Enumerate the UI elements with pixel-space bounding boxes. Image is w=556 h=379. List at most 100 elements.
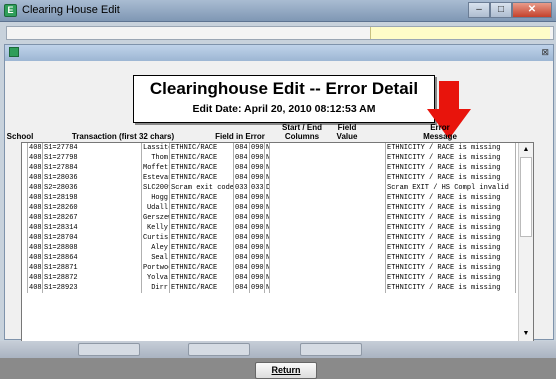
table-row[interactable]: 408 S1=27798 Thom ETHNIC/RACE 084 090 N ETHNICI… [22, 153, 533, 163]
cell-error-message: ETHNICITY / RACE is missing [386, 273, 516, 283]
table-row[interactable]: 408 S1=28260 Udall ETHNIC/RACE 084 090 N ETHNIC… [22, 203, 533, 213]
cell-end-column: 090 [251, 223, 265, 233]
minimize-icon[interactable]: – [468, 2, 490, 18]
close-icon[interactable]: ✕ [512, 2, 552, 18]
col-field-value-line1: Field [337, 123, 357, 132]
cell-field-value-extra [270, 153, 386, 163]
maximize-icon[interactable]: □ [490, 2, 512, 18]
cell-name: Yolva [142, 273, 170, 283]
table-row[interactable]: 408 S1=28872 Yolva ETHNIC/RACE 084 090 N ETHNIC… [22, 273, 533, 283]
cell-school: 408 [29, 143, 43, 153]
cell-school: 408 [29, 263, 43, 273]
cell-name: Lassiter [143, 143, 170, 153]
taskbar-item[interactable] [188, 343, 250, 356]
cell-field-in-error: ETHNIC/RACE [170, 263, 234, 273]
cell-end-column: 090 [251, 233, 265, 243]
cell-transaction: S1=28864 [43, 253, 142, 263]
cell-school: 408 [29, 203, 43, 213]
cell-name: SLC2009082420091127 [143, 183, 170, 193]
cell-school: 408 [29, 253, 43, 263]
cell-end-column: 033 [251, 183, 265, 193]
cell-field-value-extra [270, 213, 386, 223]
cell-error-message: ETHNICITY / RACE is missing [386, 143, 516, 153]
cell-school: 408 [29, 193, 43, 203]
cell-field-in-error: ETHNIC/RACE [170, 173, 234, 183]
taskbar-item[interactable] [300, 343, 362, 356]
cell-start-column: 084 [234, 143, 250, 153]
cell-end-column: 090 [251, 243, 265, 253]
col-error-message: Error Message [405, 123, 475, 141]
scroll-up-icon[interactable]: ▲ [520, 144, 532, 156]
table-row[interactable]: 408 S1=28036 Estevan ETHNIC/RACE 084 090 N ETHN… [22, 173, 533, 183]
table-row[interactable]: 408 S1=28808 Aley ETHNIC/RACE 084 090 N ETHNICI… [22, 243, 533, 253]
col-error-line2: Message [423, 132, 457, 141]
cell-start-column: 033 [234, 183, 250, 193]
dialog-close-icon[interactable]: ⊠ [541, 47, 549, 58]
taskbar-item[interactable] [78, 343, 140, 356]
table-row[interactable]: 408 S1=28198 Hogg ETHNIC/RACE 084 090 N ETHNICI… [22, 193, 533, 203]
cell-error-message: ETHNICITY / RACE is missing [386, 283, 516, 293]
cell-end-column: 090 [251, 193, 265, 203]
table-row[interactable]: 408S1=28267GerszewskiETHNIC/RACE084090NE… [22, 213, 533, 223]
cell-end-column: 090 [251, 153, 265, 163]
cell-field-value-extra [270, 203, 386, 213]
cell-field-in-error: ETHNIC/RACE [170, 153, 234, 163]
cell-transaction: S1=27784 [43, 143, 142, 153]
vertical-scrollbar[interactable]: ▲ ▼ [518, 143, 533, 341]
cell-field-in-error: Scram exit code [171, 183, 234, 193]
cell-error-message: ETHNICITY / RACE is missing [386, 153, 516, 163]
cell-start-column: 084 [234, 253, 250, 263]
cell-field-in-error: ETHNIC/RACE [170, 253, 234, 263]
scroll-down-icon[interactable]: ▼ [520, 328, 532, 340]
cell-field-in-error: ETHNIC/RACE [170, 213, 234, 223]
cell-field-in-error: ETHNIC/RACE [170, 193, 234, 203]
cell-name: Portwood [143, 263, 170, 273]
cell-error-message: ETHNICITY / RACE is missing [386, 173, 516, 183]
cell-field-value-extra [270, 163, 386, 173]
cell-field-value-extra [270, 283, 386, 293]
cell-name: Udall [142, 203, 170, 213]
return-button-label: Return [271, 365, 301, 375]
cell-field-in-error: ETHNIC/RACE [170, 273, 234, 283]
cell-school: 408 [29, 223, 43, 233]
return-button[interactable]: Return [255, 362, 317, 379]
cell-field-in-error: ETHNIC/RACE [170, 223, 234, 233]
cell-error-message: Scram EXIT / HS Compl invalid [386, 183, 516, 193]
col-start-end-line1: Start / End [281, 123, 322, 132]
scroll-thumb[interactable] [520, 157, 532, 237]
cell-transaction: S1=27798 [43, 153, 142, 163]
table-row[interactable]: 408S1=28871PortwoodETHNIC/RACE084090NETH… [22, 263, 533, 273]
cell-end-column: 090 [251, 203, 265, 213]
cell-name: Curtiss [143, 233, 170, 243]
table-row[interactable]: 408S2=28036SLC2009082420091127Scram exit… [22, 183, 533, 193]
dialog-titlebar[interactable]: ⊠ [5, 45, 553, 61]
cell-start-column: 084 [234, 193, 250, 203]
table-row[interactable]: 408 S1=28864 Seal ETHNIC/RACE 084 090 N ETHNICI… [22, 253, 533, 263]
report-title: Clearinghouse Edit -- Error Detail [149, 79, 419, 98]
table-row[interactable]: 408S1=27784LassiterETHNIC/RACE084090NETH… [22, 143, 533, 153]
cell-error-message: ETHNICITY / RACE is missing [386, 233, 516, 243]
error-grid[interactable]: 408S1=27784LassiterETHNIC/RACE084090NETH… [21, 142, 534, 342]
cell-name: Aley [142, 243, 170, 253]
col-school: School [6, 132, 34, 141]
table-row[interactable]: 408 S1=28704 Curtiss ETHNIC/RACE 084 090 N ETHN… [22, 233, 533, 243]
app-icon: E [4, 4, 17, 17]
edit-date: Edit Date: April 20, 2010 08:12:53 AM [192, 103, 376, 115]
cell-transaction: S1=28872 [43, 273, 142, 283]
cell-school: 408 [29, 273, 43, 283]
taskbar [0, 341, 556, 358]
cell-transaction: S1=27884 [43, 163, 142, 173]
cell-error-message: ETHNICITY / RACE is missing [386, 163, 516, 173]
table-row[interactable]: 408 S1=28314 Kelly ETHNIC/RACE 084 090 N ETHNIC… [22, 223, 533, 233]
application-window: E Clearing House Edit – □ ✕ ⊠ Clearingho… [0, 0, 556, 379]
cell-start-column: 084 [234, 273, 250, 283]
cell-field-value-extra [270, 263, 386, 273]
window-titlebar[interactable]: E Clearing House Edit – □ ✕ [0, 0, 556, 22]
cell-start-column: 084 [234, 263, 250, 273]
cell-transaction: S1=28808 [43, 243, 142, 253]
cell-end-column: 090 [251, 253, 265, 263]
table-row[interactable]: 408 S1=28923 Dirr ETHNIC/RACE 084 090 N ETHNICI… [22, 283, 533, 293]
table-row[interactable]: 408 S1=27884 Moffett ETHNIC/RACE 084 090 N ETHN… [22, 163, 533, 173]
cell-transaction: S1=28704 [43, 233, 142, 243]
cell-school: 408 [29, 163, 43, 173]
